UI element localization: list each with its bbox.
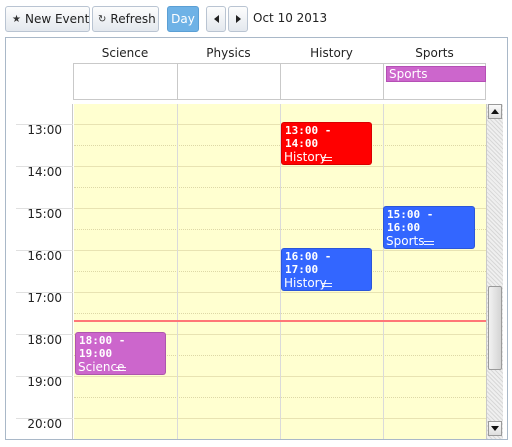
hour-label: 17:00 [27,291,62,305]
all-day-cell[interactable] [73,63,177,100]
column-header-science: Science [73,38,177,102]
column-header-history: History [280,38,383,102]
arrow-down-icon [491,426,499,431]
column-title: Physics [206,46,251,60]
event-history-1600[interactable]: 16:00 - 17:00 History [281,248,372,291]
day-view-label: Day [171,12,195,26]
column-header-physics: Physics [177,38,280,102]
new-event-label: New Event [24,12,90,26]
all-day-cell[interactable] [177,63,280,100]
refresh-label: Refresh [110,12,156,26]
column-divider [177,104,178,439]
hour-label: 19:00 [27,375,62,389]
column-title: History [310,46,353,60]
resize-handle-icon[interactable] [321,157,332,161]
resize-handle-icon[interactable] [321,283,332,287]
column-header-sports: Sports Sports [383,38,486,102]
hour-label: 13:00 [27,123,62,137]
scrollbar-thumb[interactable] [488,286,502,370]
column-divider [383,104,384,439]
resize-handle-icon[interactable] [115,367,126,371]
event-history-1300[interactable]: 13:00 - 14:00 History [281,122,372,165]
star-icon: ★ [12,13,21,25]
column-title: Science [101,46,149,60]
arrow-right-icon [235,15,241,23]
day-view-button[interactable]: Day [167,6,199,32]
day-grid-scroll-area[interactable]: 13:00 14:00 15:00 16:00 17:00 18:00 19:0… [6,104,507,439]
event-time: 18:00 - 19:00 [79,334,126,360]
vertical-scrollbar[interactable] [486,104,503,439]
all-day-cell[interactable]: Sports [383,63,486,100]
next-day-button[interactable] [228,6,248,32]
hour-label: 16:00 [27,249,62,263]
refresh-icon: ↻ [98,13,107,25]
event-sports-1500[interactable]: 15:00 - 16:00 Sports [383,206,475,249]
hour-label: 15:00 [27,207,62,221]
event-time: 13:00 - 14:00 [285,124,332,150]
hour-label: 14:00 [27,165,62,179]
event-science-1800[interactable]: 18:00 - 19:00 Science [75,332,166,375]
hour-label: 20:00 [27,417,62,431]
current-date: Oct 10 2013 [253,11,328,25]
arrow-left-icon [213,15,219,23]
scroll-down-button[interactable] [488,421,502,436]
current-time-indicator [74,320,486,322]
refresh-button[interactable]: ↻ Refresh [92,6,159,32]
resize-handle-icon[interactable] [424,241,434,245]
column-title: Sports [415,46,454,60]
event-time: 16:00 - 17:00 [285,250,332,276]
all-day-cell[interactable] [280,63,383,100]
time-gutter: 13:00 14:00 15:00 16:00 17:00 18:00 19:0… [6,104,73,439]
event-time: 15:00 - 16:00 [387,208,434,234]
hour-label: 18:00 [27,333,62,347]
previous-day-button[interactable] [206,6,226,32]
scroll-up-button[interactable] [488,104,502,119]
all-day-event-title: Sports [389,67,428,81]
toolbar: ★ New Event ↻ Refresh Day Oct 10 2013 [0,0,512,37]
all-day-event[interactable]: Sports [386,66,486,82]
calendar-view: Science Physics History Sports Sports 13… [5,37,508,440]
column-header: Science Physics History Sports Sports [6,38,507,102]
arrow-up-icon [491,109,499,114]
day-grid[interactable]: 13:00 - 14:00 History 15:00 - 16:00 Spor… [74,104,486,439]
new-event-button[interactable]: ★ New Event [5,6,90,32]
